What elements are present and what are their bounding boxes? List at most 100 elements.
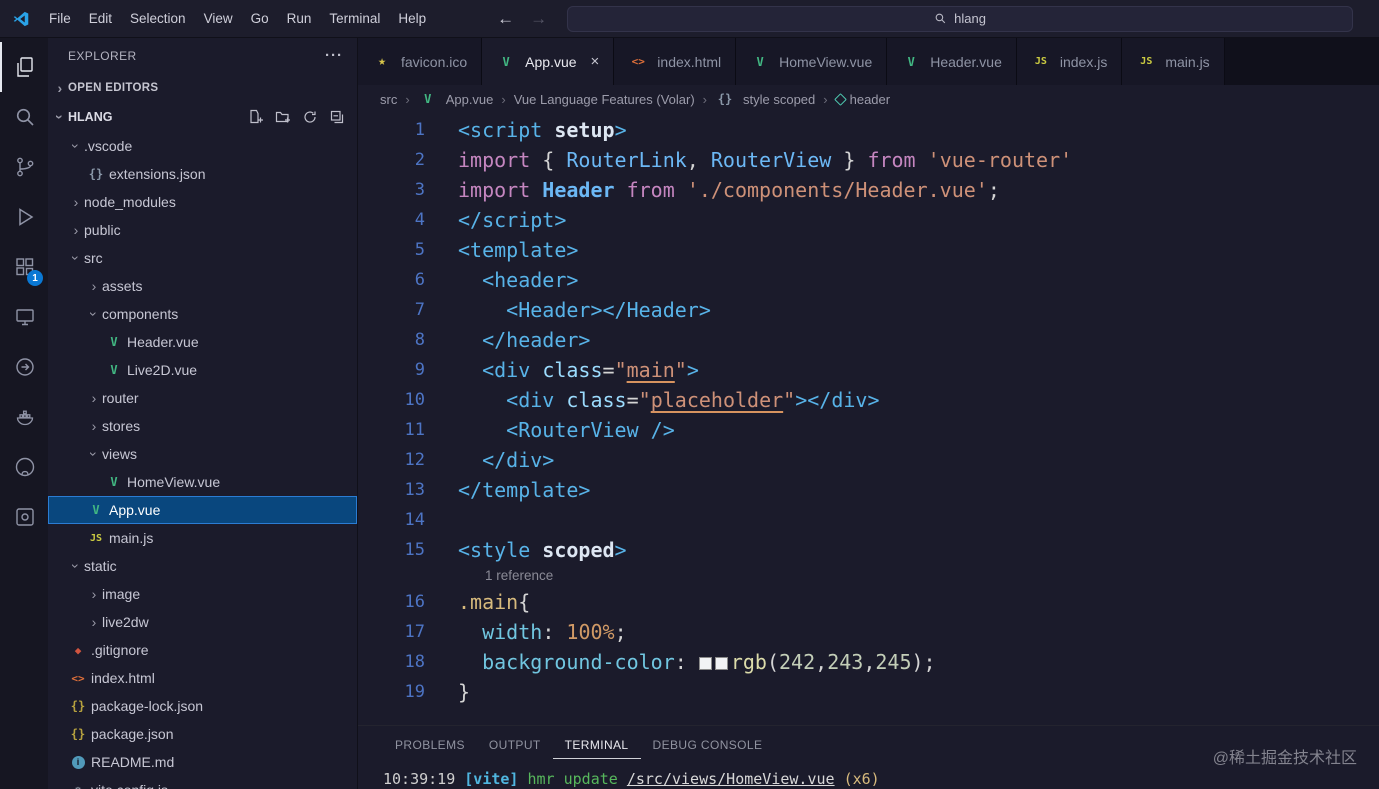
back-arrow-icon[interactable]: ← <box>497 9 514 29</box>
tree-item-readme-md[interactable]: i README.md <box>48 748 357 776</box>
share-icon <box>16 358 34 376</box>
files-icon <box>17 57 33 77</box>
collapse-folders-icon[interactable] <box>329 109 345 125</box>
breadcrumb-src[interactable]: src <box>380 92 397 107</box>
docker-icon <box>16 410 34 426</box>
panel-tab-terminal[interactable]: TERMINAL <box>552 734 641 759</box>
line-number: 7 <box>414 300 425 320</box>
tree-item-app-vue[interactable]: V App.vue <box>48 496 357 524</box>
tree-item-static[interactable]: › static <box>48 552 357 580</box>
close-icon[interactable]: × <box>591 53 600 70</box>
file-label: vite.config.js <box>91 782 168 789</box>
tree-item-live2dw[interactable]: › live2dw <box>48 608 357 636</box>
open-editors-section[interactable]: › OPEN EDITORS <box>48 73 357 102</box>
file-label: package-lock.json <box>91 698 204 714</box>
command-center-search[interactable]: hlang <box>567 5 1353 32</box>
codelens-references[interactable]: 1 reference <box>485 565 1379 587</box>
menu-view[interactable]: View <box>195 6 242 32</box>
tree-item-live2d-vue[interactable]: V Live2D.vue <box>48 356 357 384</box>
tab-label: index.html <box>657 53 722 70</box>
color-swatch[interactable] <box>714 657 728 670</box>
extensions-activity-button[interactable]: 1 <box>0 242 48 292</box>
menu-help[interactable]: Help <box>389 6 435 32</box>
more-actions-icon[interactable]: ··· <box>325 47 343 64</box>
file-label: router <box>102 390 139 406</box>
breadcrumb-app-vue[interactable]: V App.vue <box>418 91 494 107</box>
title-bar: File Edit Selection View Go Run Terminal Help ←… <box>0 0 1379 38</box>
forward-arrow-icon[interactable]: → <box>530 9 547 29</box>
breadcrumb-label: App.vue <box>445 91 494 107</box>
tab-main-js[interactable]: JS main.js <box>1122 38 1225 85</box>
tree-item-node-modules[interactable]: › node_modules <box>48 188 357 216</box>
tree-item-public[interactable]: › public <box>48 216 357 244</box>
tree-item-router[interactable]: › router <box>48 384 357 412</box>
tree-item-stores[interactable]: › stores <box>48 412 357 440</box>
color-swatch[interactable] <box>698 657 712 670</box>
tree-item-views[interactable]: › views <box>48 440 357 468</box>
vue-file-icon: V <box>110 335 118 349</box>
live-share-activity-button[interactable] <box>0 342 48 392</box>
code-lines: 1 <script setup> 2 import { RouterLink, Rou… <box>358 115 1379 707</box>
terminal-output[interactable]: 10:39:19 [vite] hmr update /src/views/Ho… <box>383 770 1379 788</box>
tree-item-index-html[interactable]: <> index.html <box>48 664 357 692</box>
search-icon <box>16 108 34 126</box>
tool-box-icon <box>16 508 34 526</box>
remote-explorer-activity-button[interactable] <box>0 292 48 342</box>
docker-activity-button[interactable] <box>0 392 48 442</box>
file-label: HomeView.vue <box>127 474 221 490</box>
tree-item-package-lock-json[interactable]: {} package-lock.json <box>48 692 357 720</box>
panel-tab-debug-console[interactable]: DEBUG CONSOLE <box>641 734 775 758</box>
code-line: 15 <style scoped> <box>358 535 1379 565</box>
tree-item-extensions-json[interactable]: {} extensions.json <box>48 160 357 188</box>
tab-favicon-ico[interactable]: ★ favicon.ico <box>358 38 483 85</box>
tab-app-vue[interactable]: V App.vue × <box>482 38 615 85</box>
menu-selection[interactable]: Selection <box>121 6 195 32</box>
tree-item-image[interactable]: › image <box>48 580 357 608</box>
tree-item-homeview-vue[interactable]: V HomeView.vue <box>48 468 357 496</box>
breadcrumb-label: src <box>380 91 398 107</box>
tree-item-main-js[interactable]: JS main.js <box>48 524 357 552</box>
breadcrumb-header[interactable]: header <box>833 91 891 107</box>
breadcrumb-style-scoped[interactable]: {} style scoped <box>715 91 816 107</box>
menu-run[interactable]: Run <box>278 6 321 32</box>
new-file-icon[interactable] <box>248 109 264 125</box>
menu-file[interactable]: File <box>40 6 80 32</box>
explorer-activity-button[interactable] <box>0 42 48 92</box>
breadcrumb-vue-language-features-volar[interactable]: Vue Language Features (Volar) <box>514 92 695 107</box>
tree-item-header-vue[interactable]: V Header.vue <box>48 328 357 356</box>
source-control-activity-button[interactable] <box>0 142 48 192</box>
menu-go[interactable]: Go <box>242 6 278 32</box>
tab-index-html[interactable]: <> index.html <box>614 38 737 85</box>
tools-activity-button[interactable] <box>0 492 48 542</box>
panel-tab-problems[interactable]: PROBLEMS <box>383 734 477 758</box>
tree-item-components[interactable]: › components <box>48 300 357 328</box>
refresh-icon[interactable] <box>302 109 318 125</box>
tab-homeview-vue[interactable]: V HomeView.vue <box>736 38 888 85</box>
tab-header-vue[interactable]: V Header.vue <box>887 38 1017 85</box>
code-editor[interactable]: 1 <script setup> 2 import { RouterLink, Rou… <box>358 113 1379 725</box>
panel-tab-output[interactable]: OUTPUT <box>477 734 553 758</box>
search-activity-button[interactable] <box>0 92 48 142</box>
tab-index-js[interactable]: JS index.js <box>1016 38 1123 85</box>
chevron-separator-icon: › <box>501 91 506 107</box>
github-activity-button[interactable] <box>0 442 48 492</box>
menu-terminal[interactable]: Terminal <box>320 6 389 32</box>
breadcrumb-label: style scoped <box>743 91 816 107</box>
line-number: 5 <box>414 240 425 260</box>
tree-item-package-json[interactable]: {} package.json <box>48 720 357 748</box>
line-number: 13 <box>404 480 425 500</box>
new-folder-icon[interactable] <box>275 109 291 125</box>
tree-item-vite-config-js[interactable]: ⚙vite.config.js <box>48 776 357 789</box>
tag-icon <box>833 92 847 106</box>
menu-edit[interactable]: Edit <box>80 6 121 32</box>
tree-item-src[interactable]: › src <box>48 244 357 272</box>
run-debug-activity-button[interactable] <box>0 192 48 242</box>
project-section-header[interactable]: › HLANG <box>48 102 357 132</box>
tree-item-assets[interactable]: › assets <box>48 272 357 300</box>
file-label: views <box>102 446 138 462</box>
line-number: 9 <box>414 360 425 380</box>
tree-item-vscode[interactable]: › .vscode <box>48 132 357 160</box>
breadcrumb-label: header <box>849 91 891 107</box>
tree-item-gitignore[interactable]: ◆ .gitignore <box>48 636 357 664</box>
code-text: <Header></Header> <box>506 298 711 322</box>
